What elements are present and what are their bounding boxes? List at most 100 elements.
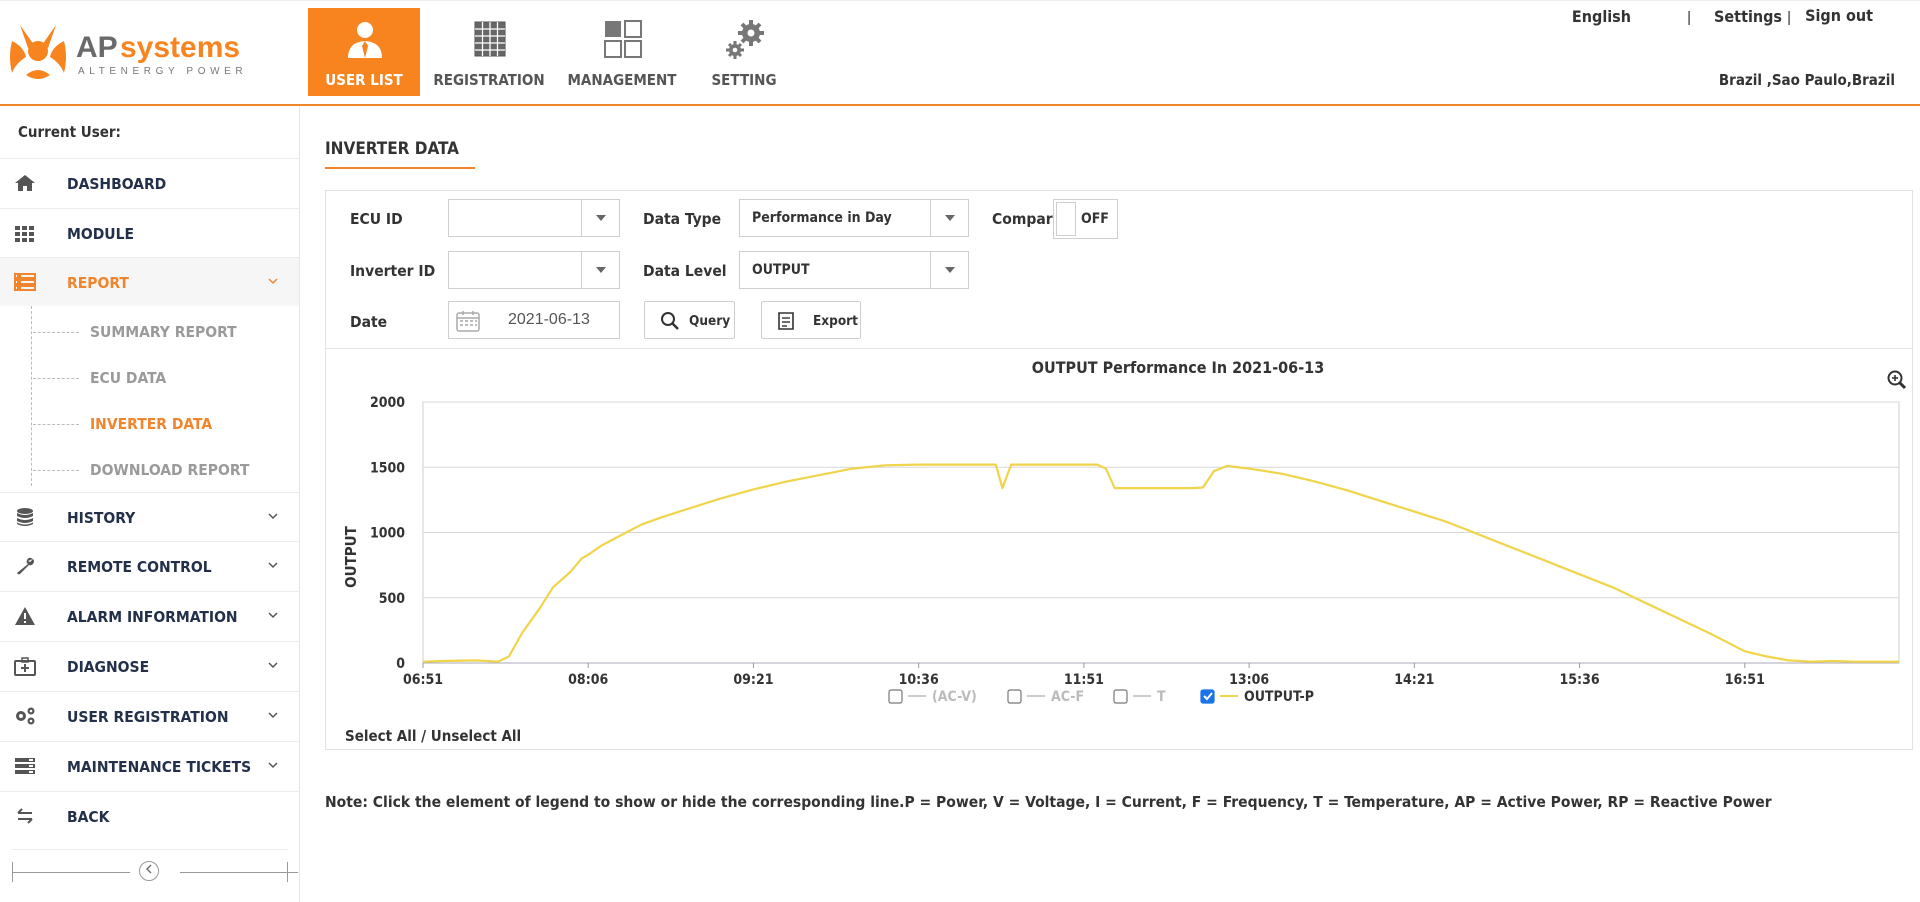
ecu-id-select[interactable] bbox=[448, 199, 620, 237]
page-title-underline bbox=[325, 167, 475, 169]
calendar-icon bbox=[456, 311, 480, 332]
panel-divider bbox=[326, 348, 1912, 349]
sidebar-subitem-label: ECU DATA bbox=[90, 369, 167, 387]
date-input[interactable]: 2021-06-13 bbox=[448, 301, 620, 339]
export-button[interactable]: Export bbox=[761, 301, 861, 339]
compare-label: Compare bbox=[992, 210, 1063, 228]
legend-item[interactable]: T bbox=[1113, 689, 1166, 705]
data-level-select[interactable]: OUTPUT bbox=[739, 251, 969, 289]
chevron-down-icon bbox=[268, 278, 278, 285]
chevron-down-icon bbox=[268, 662, 278, 669]
y-tick-label: 500 bbox=[379, 591, 406, 607]
sidebar-subitem-summary-report[interactable]: SUMMARY REPORT bbox=[0, 308, 299, 354]
chevron-down-icon bbox=[268, 513, 278, 520]
submenu-dash bbox=[33, 470, 79, 471]
legend-note: Note: Click the element of legend to sho… bbox=[325, 793, 1772, 811]
inverter-id-select[interactable] bbox=[448, 251, 620, 289]
chart-x-ticks: 06:51 08:06 09:21 10:36 11:51 13:06 14:21 15:36… bbox=[403, 663, 1765, 688]
zoom-in-icon[interactable] bbox=[1887, 370, 1907, 390]
legend-item[interactable]: (AC-V) bbox=[888, 689, 977, 705]
sidebar-item-label: REMOTE CONTROL bbox=[67, 558, 212, 576]
sidebar-subitem-label: INVERTER DATA bbox=[90, 415, 213, 433]
x-tick-label: 08:06 bbox=[568, 672, 608, 688]
nav-registration-label: REGISTRATION bbox=[433, 71, 545, 89]
inverter-id-label: Inverter ID bbox=[350, 262, 436, 280]
chevron-down-icon bbox=[268, 712, 278, 719]
sidebar-item-history[interactable]: HISTORY bbox=[0, 492, 299, 541]
nav-registration[interactable]: REGISTRATION bbox=[433, 8, 545, 96]
sidebar: Current User: DASHBOARD MODULE REPORT SU… bbox=[0, 106, 300, 902]
gears-icon bbox=[16, 707, 35, 725]
sidebar-item-label: HISTORY bbox=[67, 509, 136, 527]
sidebar-item-module[interactable]: MODULE bbox=[0, 208, 299, 257]
sidebar-subitem-inverter-data[interactable]: INVERTER DATA bbox=[0, 400, 299, 446]
home-icon bbox=[15, 175, 35, 191]
user-location: Brazil ,Sao Paulo,Brazil bbox=[1718, 71, 1895, 89]
x-tick-label: 13:06 bbox=[1229, 672, 1269, 688]
sidebar-item-maintenance-tickets[interactable]: MAINTENANCE TICKETS bbox=[0, 741, 299, 790]
legend-label: T bbox=[1157, 689, 1166, 705]
legend-checkbox bbox=[1200, 689, 1215, 704]
sidebar-item-remote-control[interactable]: REMOTE CONTROL bbox=[0, 541, 299, 590]
sidebar-item-label: DASHBOARD bbox=[67, 175, 167, 193]
compare-toggle[interactable]: OFF bbox=[1053, 199, 1118, 239]
series-line-output-p bbox=[422, 463, 1899, 663]
user-tie-icon bbox=[348, 22, 382, 58]
chart-legend: (AC-V) AC-F T OUTPUT-P bbox=[888, 689, 1314, 705]
collapse-bar-line bbox=[12, 872, 130, 873]
y-tick-label: 2000 bbox=[370, 395, 405, 411]
logo-tagline: ALTENERGY POWER bbox=[78, 66, 247, 77]
apsystems-logo-mark bbox=[10, 25, 66, 79]
sidebar-item-diagnose[interactable]: DIAGNOSE bbox=[0, 641, 299, 690]
settings-link[interactable]: Settings bbox=[1714, 7, 1782, 26]
dropdown-arrow-icon bbox=[930, 252, 968, 288]
legend-label: (AC-V) bbox=[932, 689, 977, 705]
sidebar-collapse-button[interactable] bbox=[139, 861, 159, 881]
dropdown-arrow-icon bbox=[581, 200, 619, 236]
chart-series bbox=[422, 463, 1899, 663]
legend-item[interactable]: OUTPUT-P bbox=[1200, 689, 1314, 705]
apsystems-logo[interactable]: AP systems ALTENERGY POWER bbox=[8, 17, 258, 83]
data-level-value: OUTPUT bbox=[752, 262, 810, 278]
query-button-label: Query bbox=[689, 313, 731, 329]
warning-icon bbox=[15, 607, 35, 625]
x-tick-label: 14:21 bbox=[1394, 672, 1434, 688]
legend-checkbox bbox=[888, 689, 903, 704]
chevron-down-icon bbox=[268, 612, 278, 619]
nav-user-list-label: USER LIST bbox=[325, 71, 403, 89]
nav-management[interactable]: MANAGEMENT bbox=[566, 8, 678, 96]
medkit-icon bbox=[14, 657, 36, 676]
grid-dots-icon bbox=[15, 226, 34, 242]
app-header: AP systems ALTENERGY POWER USER LIST REG… bbox=[0, 0, 1920, 106]
sidebar-item-back[interactable]: BACK bbox=[0, 791, 299, 840]
export-button-label: Export bbox=[813, 313, 858, 329]
data-type-select[interactable]: Performance in Day bbox=[739, 199, 969, 237]
x-tick-label: 15:36 bbox=[1560, 672, 1600, 688]
sidebar-subitem-ecu-data[interactable]: ECU DATA bbox=[0, 354, 299, 400]
sidebar-item-dashboard[interactable]: DASHBOARD bbox=[0, 158, 299, 207]
sidebar-subitem-label: DOWNLOAD REPORT bbox=[90, 461, 250, 479]
nav-user-list[interactable]: USER LIST bbox=[308, 8, 420, 96]
sidebar-subitem-download-report[interactable]: DOWNLOAD REPORT bbox=[0, 446, 299, 492]
nav-setting[interactable]: SETTING bbox=[688, 8, 800, 96]
dropdown-arrow-icon bbox=[581, 252, 619, 288]
ecu-id-label: ECU ID bbox=[350, 210, 403, 228]
sign-out-link[interactable]: Sign out bbox=[1805, 6, 1873, 25]
select-all-toggle[interactable]: Select All / Unselect All bbox=[345, 727, 521, 745]
wrench-icon bbox=[17, 557, 34, 575]
gears-icon bbox=[726, 20, 764, 59]
current-user-label: Current User: bbox=[18, 123, 121, 141]
sidebar-item-user-registration[interactable]: USER REGISTRATION bbox=[0, 691, 299, 740]
sidebar-item-report[interactable]: REPORT bbox=[0, 257, 299, 306]
query-button[interactable]: Query bbox=[644, 301, 735, 339]
submenu-dash bbox=[33, 332, 79, 333]
sidebar-collapse-bar bbox=[12, 849, 298, 882]
data-type-value: Performance in Day bbox=[752, 210, 892, 226]
legend-item[interactable]: AC-F bbox=[1007, 689, 1084, 705]
y-tick-label: 1500 bbox=[370, 460, 405, 476]
sidebar-item-label: MODULE bbox=[67, 225, 135, 243]
data-type-label: Data Type bbox=[643, 210, 722, 228]
sidebar-item-alarm-information[interactable]: ALARM INFORMATION bbox=[0, 591, 299, 640]
inverter-data-panel: ECU ID Data Type Performance in Day Comp… bbox=[325, 190, 1913, 750]
language-link[interactable]: English bbox=[1572, 7, 1631, 26]
